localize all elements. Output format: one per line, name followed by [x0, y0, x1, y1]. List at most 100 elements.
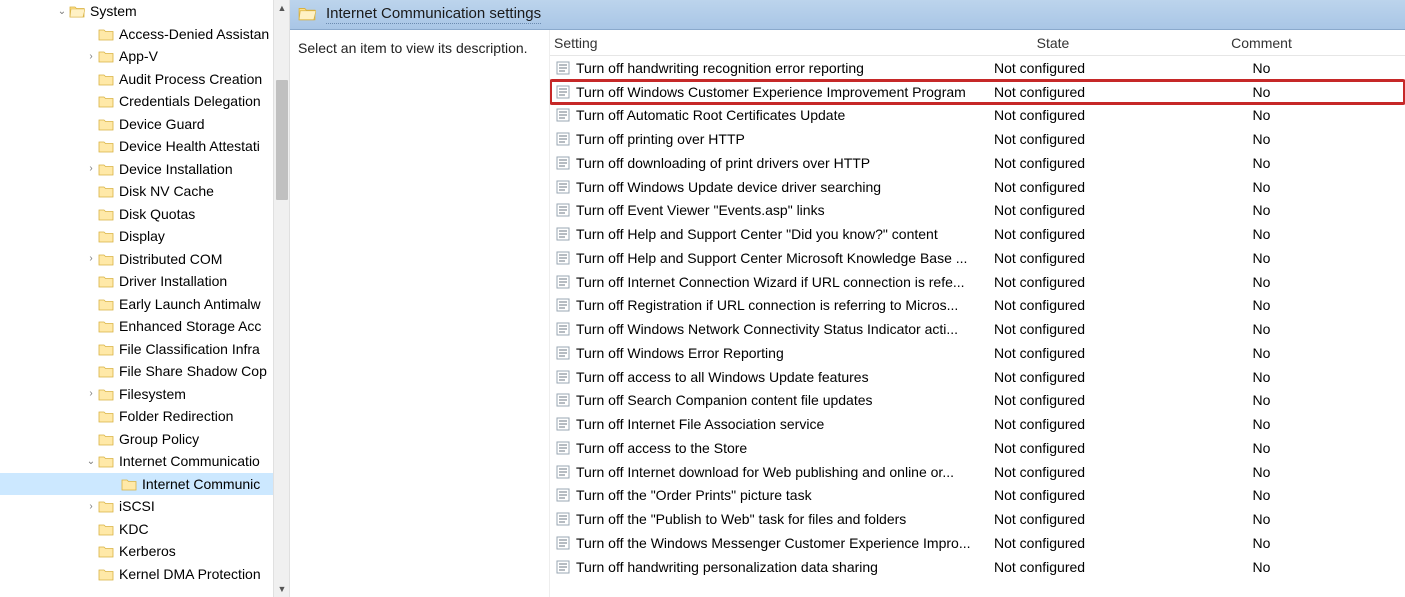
- tree-item[interactable]: Kernel DMA Protection: [0, 563, 289, 586]
- policy-icon: [554, 298, 572, 312]
- settings-row[interactable]: Turn off Internet Connection Wizard if U…: [550, 270, 1405, 294]
- tree-scrollbar[interactable]: ▲ ▼: [273, 0, 289, 597]
- settings-row[interactable]: Turn off Event Viewer "Events.asp" links…: [550, 199, 1405, 223]
- settings-row[interactable]: Turn off Help and Support Center "Did yo…: [550, 222, 1405, 246]
- tree-item[interactable]: ⌄ Internet Communicatio: [0, 450, 289, 473]
- setting-label: Turn off Windows Error Reporting: [572, 345, 784, 361]
- tree-item-system[interactable]: ⌄ System: [0, 0, 289, 23]
- tree-item[interactable]: › Device Installation: [0, 158, 289, 181]
- folder-icon: [97, 364, 115, 378]
- tree-item[interactable]: Device Health Attestati: [0, 135, 289, 158]
- tree-item[interactable]: File Share Shadow Cop: [0, 360, 289, 383]
- tree-item-label: Distributed COM: [115, 251, 222, 267]
- tree-item[interactable]: Folder Redirection: [0, 405, 289, 428]
- tree-item[interactable]: › iSCSI: [0, 495, 289, 518]
- policy-icon: [554, 488, 572, 502]
- settings-row[interactable]: Turn off downloading of print drivers ov…: [550, 151, 1405, 175]
- settings-row[interactable]: Turn off Windows Error Reporting Not con…: [550, 341, 1405, 365]
- scrollbar-thumb[interactable]: [276, 80, 288, 200]
- settings-row[interactable]: Turn off handwriting recognition error r…: [550, 56, 1405, 80]
- settings-row[interactable]: Turn off Internet File Association servi…: [550, 412, 1405, 436]
- chevron-right-icon[interactable]: ›: [85, 501, 97, 512]
- tree-item-label: App-V: [115, 48, 158, 64]
- settings-row[interactable]: Turn off Windows Update device driver se…: [550, 175, 1405, 199]
- tree-item-label: File Classification Infra: [115, 341, 260, 357]
- tree-item[interactable]: Device Guard: [0, 113, 289, 136]
- folder-icon: [97, 544, 115, 558]
- chevron-right-icon[interactable]: ›: [85, 163, 97, 174]
- comment-cell: No: [1118, 60, 1405, 76]
- tree-item[interactable]: Credentials Delegation: [0, 90, 289, 113]
- tree-item[interactable]: ›Filesystem: [0, 383, 289, 406]
- tree-item[interactable]: Group Policy: [0, 428, 289, 451]
- settings-row[interactable]: Turn off the "Publish to Web" task for f…: [550, 507, 1405, 531]
- tree-item[interactable]: › App-V: [0, 45, 289, 68]
- setting-label: Turn off Windows Network Connectivity St…: [572, 321, 958, 337]
- setting-label: Turn off the "Publish to Web" task for f…: [572, 511, 906, 527]
- tree-item[interactable]: Display: [0, 225, 289, 248]
- settings-row[interactable]: Turn off Automatic Root Certificates Upd…: [550, 104, 1405, 128]
- tree-item[interactable]: Access-Denied Assistan: [0, 23, 289, 46]
- scroll-up-button[interactable]: ▲: [274, 0, 290, 16]
- settings-row[interactable]: Turn off handwriting personalization dat…: [550, 555, 1405, 579]
- tree-item[interactable]: Driver Installation: [0, 270, 289, 293]
- setting-label: Turn off access to all Windows Update fe…: [572, 369, 869, 385]
- folder-icon: [97, 274, 115, 288]
- tree-item[interactable]: KDC: [0, 518, 289, 541]
- column-setting[interactable]: Setting: [550, 35, 988, 51]
- comment-cell: No: [1118, 392, 1405, 408]
- tree-item-label: iSCSI: [115, 498, 155, 514]
- tree-item-label: Internet Communic: [138, 476, 260, 492]
- settings-row[interactable]: Turn off Internet download for Web publi…: [550, 460, 1405, 484]
- chevron-down-icon[interactable]: ⌄: [85, 456, 97, 467]
- tree-item-label: Internet Communicatio: [115, 453, 260, 469]
- settings-row[interactable]: Turn off Windows Customer Experience Imp…: [550, 80, 1405, 104]
- comment-cell: No: [1118, 440, 1405, 456]
- folder-open-icon: [68, 4, 86, 18]
- tree-item[interactable]: Disk NV Cache: [0, 180, 289, 203]
- main-pane: Internet Communication settings Select a…: [290, 0, 1405, 597]
- policy-icon: [554, 346, 572, 360]
- policy-icon: [554, 441, 572, 455]
- settings-row[interactable]: Turn off the Windows Messenger Customer …: [550, 531, 1405, 555]
- tree-item[interactable]: Enhanced Storage Acc: [0, 315, 289, 338]
- tree-item[interactable]: Kerberos: [0, 540, 289, 563]
- setting-label: Turn off the Windows Messenger Customer …: [572, 535, 971, 551]
- settings-row[interactable]: Turn off Registration if URL connection …: [550, 294, 1405, 318]
- folder-icon: [97, 72, 115, 86]
- setting-label: Turn off Internet File Association servi…: [572, 416, 824, 432]
- chevron-right-icon[interactable]: ›: [85, 388, 97, 399]
- tree-item-label: Driver Installation: [115, 273, 227, 289]
- state-cell: Not configured: [988, 179, 1118, 195]
- tree-item[interactable]: File Classification Infra: [0, 338, 289, 361]
- setting-label: Turn off handwriting personalization dat…: [572, 559, 878, 575]
- tree-item[interactable]: Disk Quotas: [0, 203, 289, 226]
- settings-row[interactable]: Turn off printing over HTTP Not configur…: [550, 127, 1405, 151]
- settings-row[interactable]: Turn off Search Companion content file u…: [550, 389, 1405, 413]
- scroll-down-button[interactable]: ▼: [274, 581, 290, 597]
- column-comment[interactable]: Comment: [1118, 35, 1405, 51]
- folder-icon: [97, 522, 115, 536]
- column-state[interactable]: State: [988, 35, 1118, 51]
- chevron-down-icon[interactable]: ⌄: [56, 6, 68, 17]
- policy-icon: [554, 227, 572, 241]
- comment-cell: No: [1118, 345, 1405, 361]
- settings-row[interactable]: Turn off access to all Windows Update fe…: [550, 365, 1405, 389]
- settings-row[interactable]: Turn off the "Order Prints" picture task…: [550, 484, 1405, 508]
- tree-item-label: Audit Process Creation: [115, 71, 262, 87]
- state-cell: Not configured: [988, 487, 1118, 503]
- setting-label: Turn off access to the Store: [572, 440, 747, 456]
- settings-row[interactable]: Turn off access to the Store Not configu…: [550, 436, 1405, 460]
- comment-cell: No: [1118, 250, 1405, 266]
- tree-item-label: Device Installation: [115, 161, 233, 177]
- tree-item-label: Access-Denied Assistan: [115, 26, 269, 42]
- chevron-right-icon[interactable]: ›: [85, 253, 97, 264]
- tree-item[interactable]: Audit Process Creation: [0, 68, 289, 91]
- tree-item[interactable]: Internet Communic: [0, 473, 289, 496]
- chevron-right-icon[interactable]: ›: [85, 51, 97, 62]
- comment-cell: No: [1118, 202, 1405, 218]
- settings-row[interactable]: Turn off Windows Network Connectivity St…: [550, 317, 1405, 341]
- tree-item[interactable]: Early Launch Antimalw: [0, 293, 289, 316]
- settings-row[interactable]: Turn off Help and Support Center Microso…: [550, 246, 1405, 270]
- tree-item[interactable]: › Distributed COM: [0, 248, 289, 271]
